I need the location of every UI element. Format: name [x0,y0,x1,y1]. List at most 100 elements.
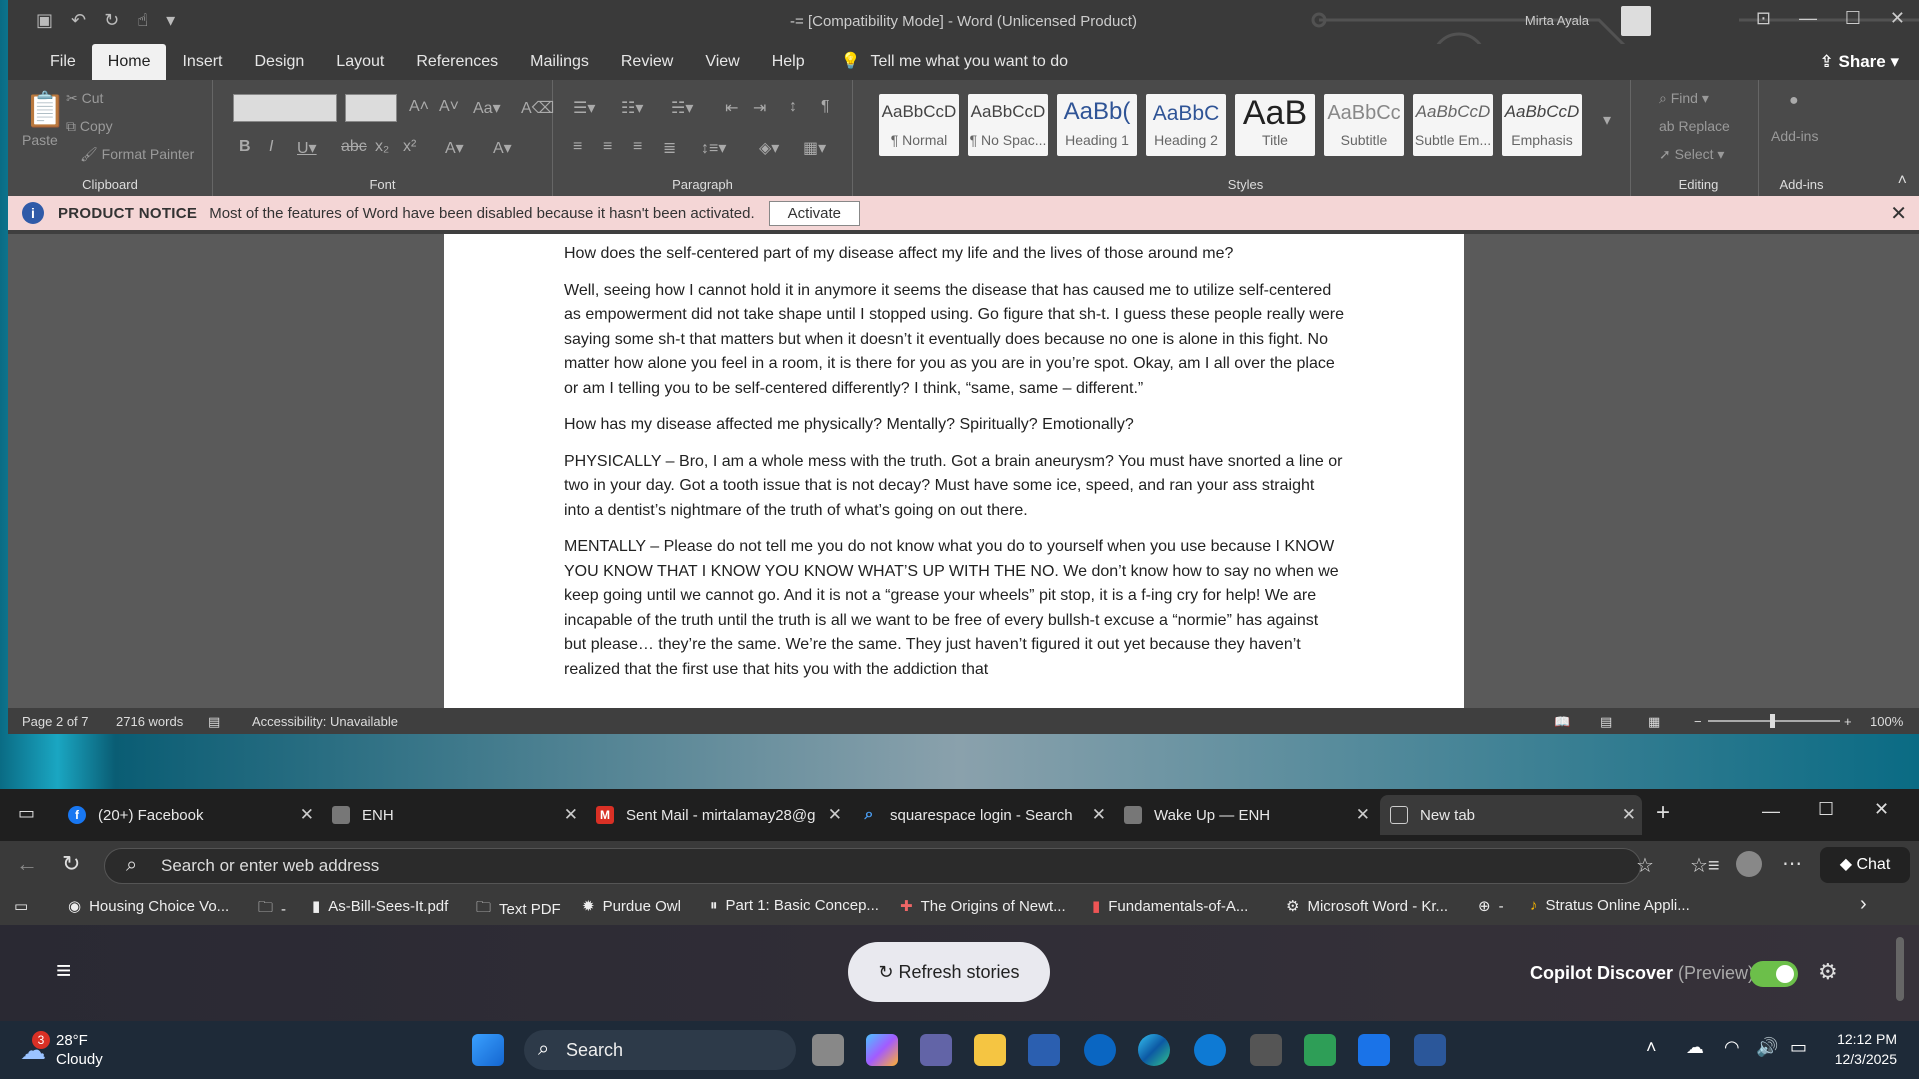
addins-icon[interactable]: ● [1789,92,1799,110]
close-tab-icon[interactable]: ✕ [300,805,314,825]
close-tab-icon[interactable]: ✕ [564,805,578,825]
paste-icon[interactable]: 📋 [24,90,66,130]
copilot-icon[interactable] [866,1034,898,1066]
sort-icon[interactable]: ↕ [789,98,797,116]
bookmark-item[interactable]: ⏸ Part 1: Basic Concep... [710,897,879,914]
close-notice-icon[interactable]: ✕ [1890,201,1907,226]
align-right-icon[interactable]: ≡ [633,138,642,156]
line-spacing-icon[interactable]: ↕≡▾ [701,138,726,158]
new-tab-icon[interactable]: + [1656,799,1670,827]
grow-font-icon[interactable]: A˄ [409,98,429,116]
tab-view[interactable]: View [689,44,755,80]
bookmark-folder[interactable]: ⊕ - [1478,897,1504,916]
taskbar-search[interactable]: Search [524,1030,796,1070]
proofing-icon[interactable]: ▤ [208,714,220,730]
browser-tab-search[interactable]: ⌕ squarespace login - Search ✕ [850,795,1112,835]
activate-button[interactable]: Activate [768,200,860,226]
bookmark-item[interactable]: ♪ Stratus Online Appli... [1530,897,1690,914]
address-input[interactable]: Search or enter web address [104,848,1641,884]
tab-mailings[interactable]: Mailings [514,44,605,80]
onedrive-icon[interactable]: ☁ [1686,1037,1704,1058]
collapse-ribbon-icon[interactable]: ˄ [1898,172,1907,190]
italic-icon[interactable]: I [269,138,273,156]
style-subtle-emphasis[interactable]: AaBbCcD Subtle Em... [1413,94,1493,156]
style-no-spacing[interactable]: AaBbCcD ¶ No Spac... [968,94,1048,156]
copy-button[interactable]: ⧉ Copy [66,118,113,135]
close-icon[interactable]: ✕ [1874,799,1889,820]
increase-indent-icon[interactable]: ⇥ [753,98,766,118]
web-layout-icon[interactable]: ▦ [1648,714,1660,730]
bookmarks-icon[interactable]: ▭ [14,897,28,915]
maximize-icon[interactable]: ☐ [1845,8,1861,29]
tab-help[interactable]: Help [756,44,821,80]
tab-insert[interactable]: Insert [166,44,238,80]
replace-button[interactable]: ab Replace [1659,118,1730,134]
close-tab-icon[interactable]: ✕ [1356,805,1370,825]
camera-icon[interactable] [1250,1034,1282,1066]
outlook-icon[interactable] [1358,1034,1390,1066]
shrink-font-icon[interactable]: A˅ [439,98,459,116]
tab-references[interactable]: References [400,44,514,80]
style-subtitle[interactable]: AaBbCc Subtitle [1324,94,1404,156]
bookmark-item[interactable]: ⚙ Microsoft Word - Kr... [1286,897,1448,916]
multilevel-list-icon[interactable]: ☵▾ [671,98,693,118]
decrease-indent-icon[interactable]: ⇤ [725,98,738,118]
favorites-icon[interactable]: ☆≡ [1690,853,1720,878]
paste-button[interactable]: Paste [22,132,58,148]
clear-format-icon[interactable]: A⌫ [521,98,554,118]
format-painter-button[interactable]: 🖌 Format Painter [80,146,194,163]
minimize-icon[interactable]: — [1762,801,1780,822]
more-icon[interactable]: ⋯ [1782,851,1802,876]
word-count[interactable]: 2716 words [116,714,183,729]
wifi-icon[interactable]: ◠ [1724,1037,1740,1058]
word-icon[interactable] [1414,1034,1446,1066]
numbering-icon[interactable]: ☷▾ [621,98,643,118]
weather-widget[interactable]: ☁ 3 28°F Cloudy [20,1030,103,1069]
ribbon-display-icon[interactable]: ⊡ [1756,8,1771,29]
font-name-input[interactable] [233,94,337,122]
bookmark-item[interactable]: ✚ The Origins of Newt... [900,897,1066,916]
copilot-chat-button[interactable]: ◆ Chat [1820,847,1910,883]
change-case-icon[interactable]: Aa▾ [473,98,501,118]
bookmark-item[interactable]: ◉ Housing Choice Vo... [68,897,229,916]
print-layout-icon[interactable]: ▤ [1600,714,1612,730]
chevron-up-icon[interactable]: ˄ [1646,1037,1657,1058]
user-name[interactable]: Mirta Ayala [1525,13,1589,28]
refresh-stories-button[interactable]: ↻ Refresh stories [848,942,1050,1002]
tell-me-search[interactable]: 💡 Tell me what you want to do [841,44,1068,80]
avatar[interactable] [1621,6,1651,36]
zoom-out-icon[interactable]: − [1694,714,1702,729]
scrollbar[interactable] [1896,937,1904,1001]
start-icon[interactable] [472,1034,504,1066]
style-heading-1[interactable]: AaBb(Heading 1 [1057,94,1137,156]
close-icon[interactable]: ✕ [1890,8,1905,29]
task-view-icon[interactable] [812,1034,844,1066]
maximize-icon[interactable]: ☐ [1818,799,1834,820]
clock[interactable]: 12:12 PM 12/3/2025 [1835,1029,1897,1069]
edge-icon[interactable] [1138,1034,1170,1066]
text-effects-icon[interactable]: A▾ [445,138,464,158]
bold-icon[interactable]: B [239,138,251,156]
share-button[interactable]: ⇪ Share ▾ [1820,52,1899,72]
help-icon[interactable] [1194,1034,1226,1066]
align-center-icon[interactable]: ≡ [603,138,612,156]
refresh-icon[interactable]: ↻ [62,851,80,877]
close-tab-icon[interactable]: ✕ [1622,805,1636,825]
document-page[interactable]: How does the self-centered part of my di… [444,234,1464,708]
volume-icon[interactable]: 🔊 [1756,1037,1778,1058]
style-heading-2[interactable]: AaBbC Heading 2 [1146,94,1226,156]
bookmark-folder[interactable]: 🗀 - [258,897,286,922]
bookmark-item[interactable]: ▮ As-Bill-Sees-It.pdf [312,897,448,916]
close-tab-icon[interactable]: ✕ [828,805,842,825]
tab-review[interactable]: Review [605,44,689,80]
browser-tab-gmail[interactable]: M Sent Mail - mirtalamay28@g ✕ [586,795,848,835]
app-icon[interactable] [1304,1034,1336,1066]
file-explorer-icon[interactable] [974,1034,1006,1066]
read-mode-icon[interactable]: 📖 [1554,714,1570,730]
favorite-star-icon[interactable]: ☆ [1636,853,1654,878]
chevron-right-icon[interactable]: › [1860,893,1867,916]
tab-home[interactable]: Home [91,44,167,80]
menu-icon[interactable]: ≡ [56,955,71,986]
justify-icon[interactable]: ≣ [663,138,676,158]
underline-icon[interactable]: U▾ [297,138,317,158]
